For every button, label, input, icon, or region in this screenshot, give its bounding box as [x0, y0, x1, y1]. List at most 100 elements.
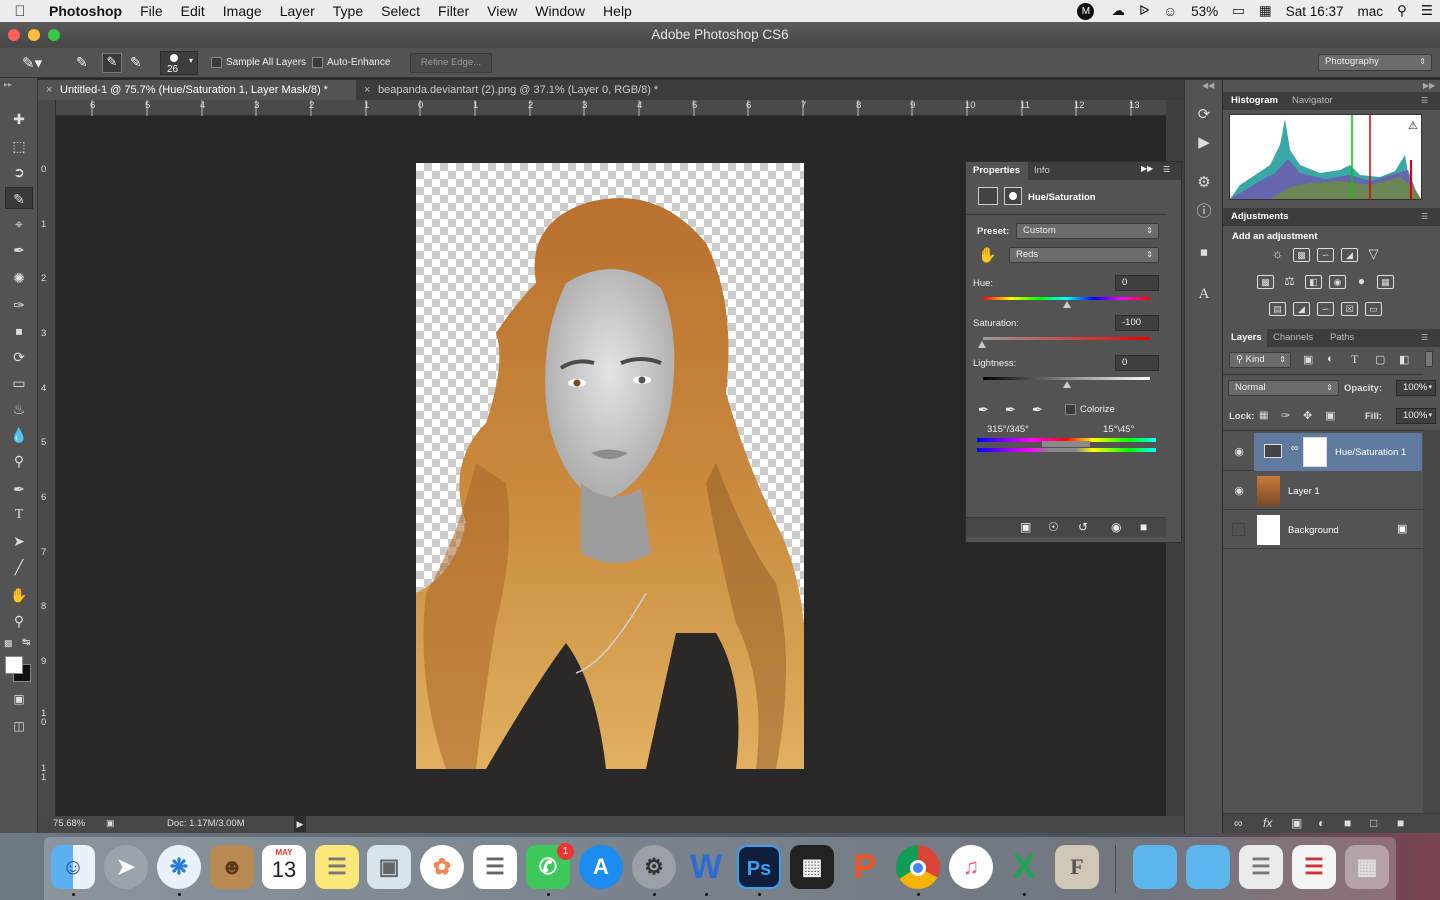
menu-select[interactable]: Select: [372, 3, 429, 19]
collapse-panel-icon[interactable]: ▶▶: [1141, 164, 1153, 173]
photos-icon[interactable]: ✿: [420, 845, 464, 889]
collapse-dock-icon[interactable]: ▶▶: [1423, 81, 1435, 90]
filter-pixel-icon[interactable]: ▣: [1303, 353, 1313, 366]
opacity-input[interactable]: 100% ▾: [1396, 380, 1436, 396]
filter-adjustment-icon[interactable]: ◐: [1327, 353, 1334, 365]
saturation-slider-track[interactable]: [983, 337, 1150, 340]
photoshop-icon[interactable]: Ps: [737, 845, 781, 889]
apple-icon[interactable]: : [0, 3, 40, 20]
toggle-visibility-icon[interactable]: ◉: [1111, 520, 1121, 534]
pen-tool-icon[interactable]: ✒: [5, 478, 33, 500]
launchpad-icon[interactable]: ➤: [104, 845, 148, 889]
visibility-eye-icon[interactable]: ◉: [1232, 445, 1246, 459]
menu-view[interactable]: View: [478, 3, 526, 19]
cloud-icon[interactable]: ☁: [1104, 3, 1132, 19]
hue-slider-thumb[interactable]: [1063, 301, 1071, 308]
photo-filter-icon[interactable]: ◉: [1329, 275, 1346, 289]
tab-adjustments[interactable]: Adjustments: [1231, 208, 1289, 226]
filter-shape-icon[interactable]: ▢: [1375, 353, 1385, 366]
black-white-icon[interactable]: ◧: [1305, 275, 1322, 289]
menu-layer[interactable]: Layer: [271, 3, 324, 19]
saturation-input[interactable]: -100: [1115, 315, 1159, 331]
auto-enhance-checkbox[interactable]: Auto-Enhance: [312, 57, 390, 68]
fill-input[interactable]: 100% ▾: [1396, 408, 1436, 424]
tab-beapanda[interactable]: × beapanda.deviantart (2).png @ 37.1% (L…: [356, 80, 706, 100]
character-panel-icon[interactable]: A: [1194, 284, 1214, 304]
lightness-slider-thumb[interactable]: [1063, 381, 1071, 388]
dodge-tool-icon[interactable]: ⚲: [5, 450, 33, 472]
menu-help[interactable]: Help: [594, 3, 641, 19]
layer-name[interactable]: Hue/Saturation 1: [1335, 447, 1406, 458]
menu-image[interactable]: Image: [214, 3, 271, 19]
brightness-contrast-icon[interactable]: ☼: [1269, 247, 1286, 262]
zoom-window-button[interactable]: [48, 29, 60, 41]
lock-image-icon[interactable]: ✑: [1281, 409, 1290, 422]
targeted-adjustment-hand-icon[interactable]: ✋: [978, 246, 997, 264]
invert-icon[interactable]: ▤: [1269, 302, 1286, 316]
filter-smart-object-icon[interactable]: ◧: [1399, 353, 1409, 366]
chrome-icon[interactable]: [896, 845, 940, 889]
quick-mask-icon[interactable]: ▣: [5, 688, 33, 710]
hue-slider-track[interactable]: [983, 297, 1150, 300]
zoom-level[interactable]: 75.68%: [53, 818, 85, 829]
finder-icon[interactable]: ☺: [51, 845, 95, 889]
marquee-tool-icon[interactable]: ⬚: [5, 135, 33, 157]
link-layers-icon[interactable]: ∞: [1234, 816, 1243, 830]
excel-icon[interactable]: X: [1002, 845, 1046, 889]
clone-source-icon[interactable]: ⏹: [1194, 243, 1214, 263]
layer-name[interactable]: Background: [1288, 525, 1339, 536]
clone-stamp-tool-icon[interactable]: ⏹: [5, 320, 33, 342]
minimize-window-button[interactable]: [28, 29, 40, 41]
tab-channels[interactable]: Channels: [1273, 329, 1313, 347]
clip-to-layer-icon[interactable]: ▣: [1020, 520, 1031, 534]
color-balance-icon[interactable]: ⚖: [1281, 275, 1298, 289]
menu-filter[interactable]: Filter: [429, 3, 478, 19]
new-layer-icon[interactable]: □: [1370, 816, 1377, 830]
history-panel-icon[interactable]: ⟳: [1194, 105, 1214, 125]
visibility-eye-icon[interactable]: ◉: [1232, 484, 1246, 498]
document-canvas[interactable]: [416, 163, 804, 769]
history-brush-tool-icon[interactable]: ⟳: [5, 346, 33, 368]
add-to-selection-icon[interactable]: ✎: [102, 53, 122, 73]
brush-tool-icon[interactable]: ✑: [5, 294, 33, 316]
visibility-toggle-empty[interactable]: [1232, 523, 1245, 536]
battery-icon[interactable]: ▭: [1225, 3, 1252, 19]
vibrance-icon[interactable]: ▽: [1365, 247, 1382, 262]
spotlight-search-icon[interactable]: ⚲: [1390, 3, 1414, 19]
paint-bucket-tool-icon[interactable]: ♨: [5, 398, 33, 420]
close-tab-icon[interactable]: ×: [364, 80, 370, 100]
battery-percent[interactable]: 53%: [1184, 4, 1225, 19]
preview-icon[interactable]: ▣: [367, 845, 411, 889]
new-group-icon[interactable]: ■: [1344, 816, 1351, 830]
add-mask-icon[interactable]: ▣: [1291, 816, 1302, 830]
lightness-input[interactable]: 0: [1115, 355, 1159, 371]
default-colors-icon[interactable]: ▩: [4, 638, 13, 649]
range-selector[interactable]: [1042, 441, 1090, 447]
tab-navigator[interactable]: Navigator: [1292, 92, 1333, 110]
new-selection-icon[interactable]: ✎: [76, 54, 88, 71]
bluetooth-icon[interactable]: ᐉ: [1132, 3, 1156, 19]
subtract-eyedropper-icon[interactable]: ✒: [1032, 402, 1043, 418]
chain-link-icon[interactable]: ∞: [1291, 443, 1298, 454]
document-status-icon[interactable]: ▣: [106, 818, 115, 829]
threshold-icon[interactable]: ∽: [1317, 302, 1334, 316]
channel-mixer-icon[interactable]: ●: [1353, 275, 1370, 289]
panel-menu-icon[interactable]: ☰: [1421, 329, 1428, 347]
layer-row[interactable]: Background ▣: [1223, 511, 1423, 549]
tab-info[interactable]: Info: [1034, 165, 1050, 176]
itunes-icon[interactable]: ♫: [949, 845, 993, 889]
lock-all-icon[interactable]: ▣: [1325, 409, 1335, 422]
sample-all-layers-checkbox[interactable]: Sample All Layers: [211, 57, 306, 68]
workspace-select[interactable]: Photography ⇕: [1318, 54, 1432, 71]
layer-name[interactable]: Layer 1: [1288, 486, 1320, 497]
menu-type[interactable]: Type: [324, 3, 372, 19]
blend-mode-select[interactable]: Normal ⇕: [1228, 380, 1339, 396]
channel-select[interactable]: Reds ⇕: [1009, 247, 1159, 263]
reset-icon[interactable]: ↺: [1078, 520, 1088, 534]
move-tool-icon[interactable]: ✚: [5, 108, 33, 130]
eyedropper-tool-icon[interactable]: ✒: [5, 239, 33, 261]
tab-paths[interactable]: Paths: [1330, 329, 1354, 347]
tab-layers[interactable]: Layers: [1231, 329, 1262, 347]
colorize-checkbox[interactable]: Colorize: [1065, 404, 1115, 415]
status-menu-arrow-icon[interactable]: ▶: [294, 816, 306, 832]
